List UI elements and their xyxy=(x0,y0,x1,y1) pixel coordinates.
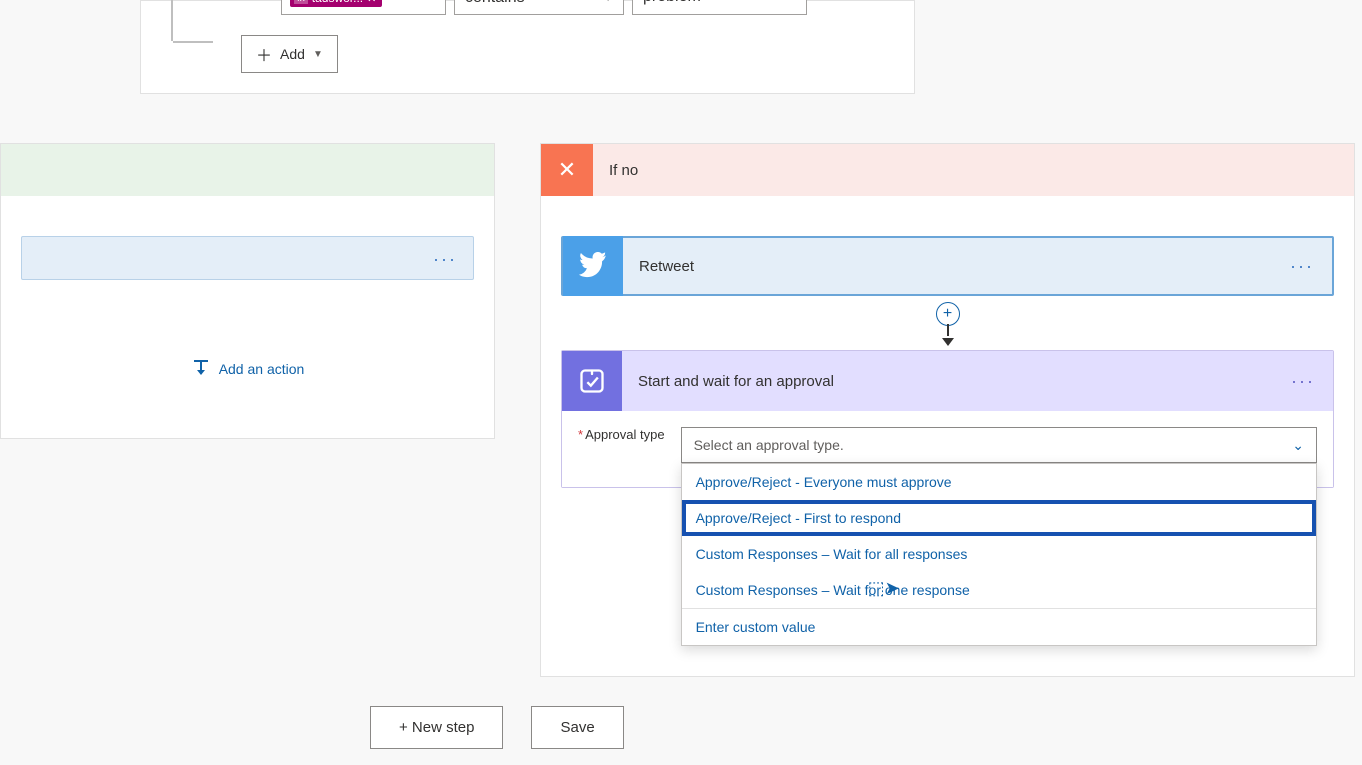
yes-action-row[interactable]: ··· xyxy=(21,236,474,280)
more-icon[interactable]: ··· xyxy=(1290,256,1314,277)
approval-header[interactable]: Start and wait for an approval ··· xyxy=(562,351,1333,411)
if-yes-card: ··· Add an action xyxy=(0,143,495,439)
dropdown-custom-value[interactable]: Enter custom value xyxy=(682,609,1316,645)
condition-tag-label: tadswor... xyxy=(312,0,363,5)
dropdown-option[interactable]: Custom Responses – Wait for one response xyxy=(682,572,1316,608)
condition-value-text: problem xyxy=(643,0,701,5)
arrow-down-icon xyxy=(942,338,954,346)
add-action-button[interactable]: Add an action xyxy=(21,360,474,378)
approval-type-label: *Approval type xyxy=(578,427,665,442)
if-no-card: ✕ If no Retweet ··· + xyxy=(540,143,1355,677)
approval-type-dropdown-list: Approve/Reject - Everyone must approve A… xyxy=(681,463,1317,646)
approval-action-card: Start and wait for an approval ··· *Appr… xyxy=(561,350,1334,488)
if-no-header: ✕ If no xyxy=(541,144,1354,196)
twitter-icon xyxy=(563,236,623,296)
more-icon[interactable]: ··· xyxy=(433,249,457,270)
save-button[interactable]: Save xyxy=(531,706,623,749)
chevron-down-icon: ▼ xyxy=(603,0,613,4)
plus-icon: ＋ xyxy=(256,42,272,66)
dropdown-option[interactable]: Approve/Reject - Everyone must approve xyxy=(682,464,1316,500)
retweet-action-card[interactable]: Retweet ··· xyxy=(561,236,1334,296)
dropdown-option[interactable]: Custom Responses – Wait for all response… xyxy=(682,536,1316,572)
condition-row-more-icon[interactable]: ··· xyxy=(815,0,845,9)
chevron-down-icon: ⌄ xyxy=(1292,437,1304,454)
add-step-connector[interactable]: + xyxy=(561,302,1334,346)
more-icon[interactable]: ··· xyxy=(1291,371,1315,392)
if-no-title: If no xyxy=(609,162,638,179)
condition-value-input[interactable]: problem xyxy=(632,0,807,15)
approval-type-dropdown[interactable]: Select an approval type. ⌄ Approve/Rejec… xyxy=(681,427,1317,463)
approval-title: Start and wait for an approval xyxy=(638,373,834,390)
plus-circle-icon[interactable]: + xyxy=(936,302,960,326)
retweet-label: Retweet xyxy=(639,258,694,275)
add-action-label: Add an action xyxy=(219,361,305,377)
add-condition-button[interactable]: ＋ Add ▼ xyxy=(241,35,338,73)
chevron-down-icon: ▼ xyxy=(313,49,323,60)
condition-operator-select[interactable]: contains ▼ xyxy=(454,0,624,15)
new-step-button[interactable]: + New step xyxy=(370,706,503,749)
condition-field-input[interactable]: fxtadswor...✕ xyxy=(281,0,446,15)
condition-card: fxtadswor...✕ contains ▼ problem ··· ＋ A… xyxy=(140,0,915,94)
tag-remove-icon[interactable]: ✕ xyxy=(367,0,376,5)
insert-action-icon xyxy=(191,360,211,378)
if-yes-header xyxy=(1,144,494,196)
dropdown-option-selected[interactable]: Approve/Reject - First to respond ⬚➤ xyxy=(682,500,1316,536)
approval-icon xyxy=(562,351,622,411)
condition-operator-value: contains xyxy=(465,0,525,7)
close-icon: ✕ xyxy=(541,144,593,196)
dropdown-placeholder: Select an approval type. xyxy=(694,437,844,453)
add-condition-label: Add xyxy=(280,46,305,62)
